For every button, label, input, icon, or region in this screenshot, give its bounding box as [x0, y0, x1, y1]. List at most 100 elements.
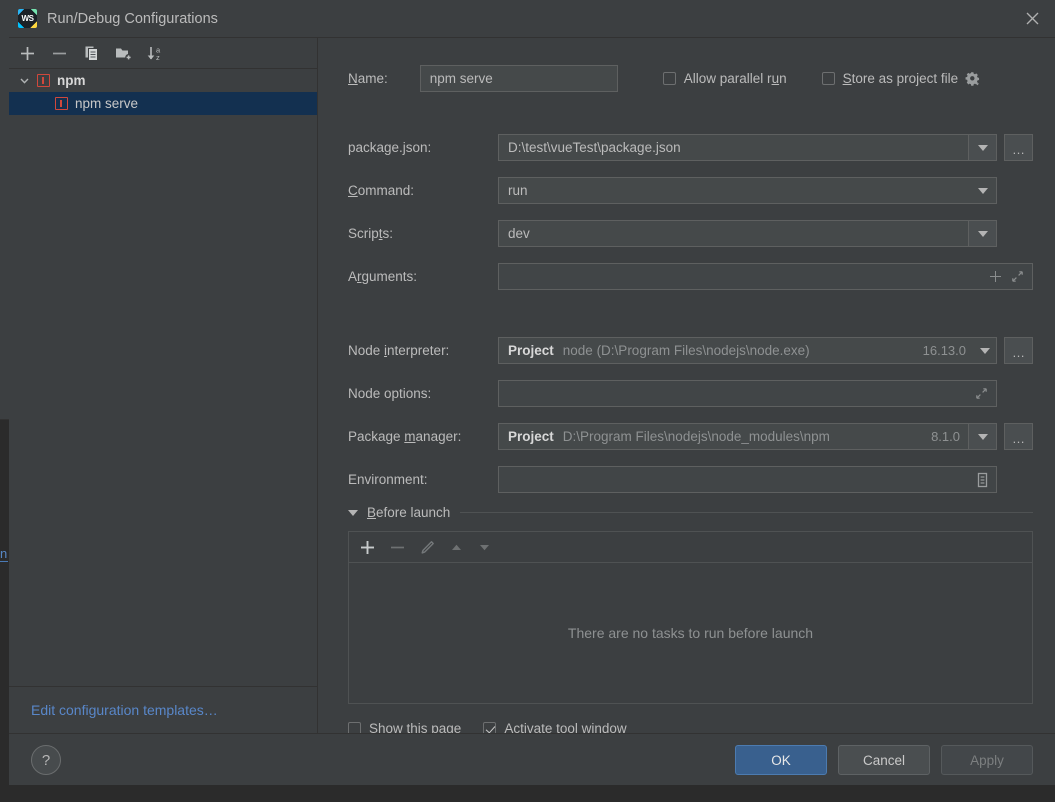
copy-configuration-button[interactable]	[82, 44, 101, 63]
name-input[interactable]: npm serve	[419, 64, 618, 92]
backdrop-lower-strip	[0, 420, 9, 802]
configuration-form: Name: npm serve Allow parallel run Store…	[318, 38, 1055, 736]
arguments-row: Arguments:	[348, 263, 1033, 290]
pencil-icon[interactable]	[420, 540, 435, 555]
configurations-sidebar: a z npm npm serve Edit configuration tem…	[9, 38, 318, 733]
ok-button[interactable]: OK	[735, 745, 827, 775]
dialog-body: a z npm npm serve Edit configuration tem…	[9, 38, 1055, 736]
node-interpreter-version: 16.13.0	[922, 343, 966, 358]
folder-plus-icon[interactable]	[114, 44, 133, 63]
package-json-combo[interactable]: D:\test\vueTest\package.json	[498, 134, 997, 161]
node-interpreter-label: Node interpreter:	[348, 343, 450, 358]
environment-label: Environment:	[348, 472, 428, 487]
backdrop-link-sliver: n	[0, 546, 8, 561]
package-manager-browse-button[interactable]: …	[1004, 423, 1033, 450]
arguments-label: Arguments:	[348, 269, 418, 284]
scripts-combo[interactable]: dev	[498, 220, 997, 247]
move-task-up-button[interactable]	[450, 541, 463, 554]
command-value: run	[508, 183, 528, 198]
before-launch-rule	[460, 512, 1033, 513]
package-manager-label: Package manager:	[348, 429, 462, 444]
scripts-label: Scripts:	[348, 226, 394, 241]
tree-item-npm-serve[interactable]: npm serve	[9, 92, 317, 115]
package-json-browse-button[interactable]: …	[1004, 134, 1033, 161]
configurations-tree[interactable]: npm npm serve	[9, 69, 317, 686]
command-dropdown-icon[interactable]	[969, 178, 996, 203]
checkbox-box	[821, 71, 835, 85]
node-interpreter-combo[interactable]: Project node (D:\Program Files\nodejs\no…	[498, 337, 997, 364]
package-json-dropdown-icon[interactable]	[968, 135, 996, 160]
arguments-input[interactable]	[498, 263, 1033, 290]
allow-parallel-run-label: Allow parallel run	[683, 70, 787, 86]
package-manager-row: Package manager: Project D:\Program File…	[348, 423, 1033, 450]
footer-actions: OK Cancel Apply	[735, 745, 1033, 775]
page-title: Run/Debug Configurations	[47, 10, 218, 27]
close-icon[interactable]	[1009, 0, 1055, 37]
webstorm-logo-icon: WS	[18, 9, 37, 28]
name-row: Name: npm serve Allow parallel run Store…	[348, 64, 1033, 92]
environment-input[interactable]	[498, 466, 997, 493]
command-label: Command:	[348, 183, 415, 198]
run-debug-configurations-dialog: WS Run/Debug Configurations a z npm npm …	[9, 0, 1055, 786]
node-options-row: Node options:	[348, 380, 1033, 407]
chevron-down-icon[interactable]	[17, 74, 31, 88]
arguments-expand-icon[interactable]	[1012, 271, 1023, 282]
store-as-project-file-label: Store as project file	[842, 70, 959, 86]
node-options-input[interactable]	[498, 380, 997, 407]
node-interpreter-dropdown-icon[interactable]	[974, 338, 996, 363]
package-manager-combo[interactable]: Project D:\Program Files\nodejs\node_mod…	[498, 423, 997, 450]
cancel-button[interactable]: Cancel	[838, 745, 930, 775]
command-row: Command: run	[348, 177, 1033, 204]
webstorm-logo-text: WS	[21, 14, 34, 23]
node-interpreter-scope: Project	[508, 343, 554, 358]
apply-button[interactable]: Apply	[941, 745, 1033, 775]
add-configuration-button[interactable]	[18, 44, 37, 63]
dialog-titlebar: WS Run/Debug Configurations	[9, 0, 1055, 37]
tree-item-label: npm serve	[75, 96, 139, 111]
move-task-down-button[interactable]	[478, 541, 491, 554]
backdrop-link-underline	[0, 561, 8, 562]
before-launch-header[interactable]: Before launch	[348, 505, 1033, 520]
env-variables-icon[interactable]	[975, 472, 990, 488]
svg-text:z: z	[156, 53, 160, 62]
dialog-footer: ? OK Cancel Apply	[9, 733, 1055, 786]
store-as-project-file-checkbox[interactable]: Store as project file	[821, 70, 959, 86]
sidebar-toolbar: a z	[9, 38, 317, 69]
before-launch-panel: There are no tasks to run before launch	[348, 531, 1033, 704]
backdrop-upper-strip	[0, 0, 9, 420]
help-button[interactable]: ?	[31, 745, 61, 775]
before-launch-title: Before launch	[367, 505, 451, 520]
remove-task-button[interactable]	[390, 540, 405, 555]
sort-az-icon[interactable]: a z	[146, 44, 165, 63]
package-json-row: package.json: D:\test\vueTest\package.js…	[348, 134, 1033, 161]
templates-link-container: Edit configuration templates…	[9, 686, 317, 733]
edit-configuration-templates-link[interactable]: Edit configuration templates…	[31, 702, 218, 718]
npm-icon	[37, 74, 50, 87]
name-input-value: npm serve	[429, 70, 493, 86]
command-combo[interactable]: run	[498, 177, 997, 204]
gear-icon[interactable]	[965, 71, 980, 86]
npm-icon	[55, 97, 68, 110]
package-json-label: package.json:	[348, 140, 432, 155]
node-interpreter-row: Node interpreter: Project node (D:\Progr…	[348, 337, 1033, 364]
add-task-button[interactable]	[360, 540, 375, 555]
tree-group-npm[interactable]: npm	[9, 69, 317, 92]
before-launch-empty-text: There are no tasks to run before launch	[567, 625, 814, 641]
package-manager-scope: Project	[508, 429, 554, 444]
name-label: Name:	[348, 70, 388, 86]
environment-row: Environment:	[348, 466, 1033, 493]
triangle-down-icon[interactable]	[348, 509, 358, 516]
remove-configuration-button[interactable]	[50, 44, 69, 63]
before-launch-toolbar	[349, 532, 1032, 563]
package-manager-version: 8.1.0	[931, 429, 960, 444]
node-interpreter-browse-button[interactable]: …	[1004, 337, 1033, 364]
node-options-label: Node options:	[348, 386, 432, 401]
scripts-dropdown-icon[interactable]	[968, 221, 996, 246]
allow-parallel-run-checkbox[interactable]: Allow parallel run	[662, 70, 787, 86]
arguments-add-icon[interactable]	[990, 271, 1001, 282]
package-json-value: D:\test\vueTest\package.json	[508, 140, 681, 155]
backdrop-bottom-shadow	[0, 785, 1055, 802]
node-options-expand-icon[interactable]	[976, 388, 987, 399]
package-manager-dropdown-icon[interactable]	[968, 424, 996, 449]
tree-group-label: npm	[57, 73, 86, 88]
